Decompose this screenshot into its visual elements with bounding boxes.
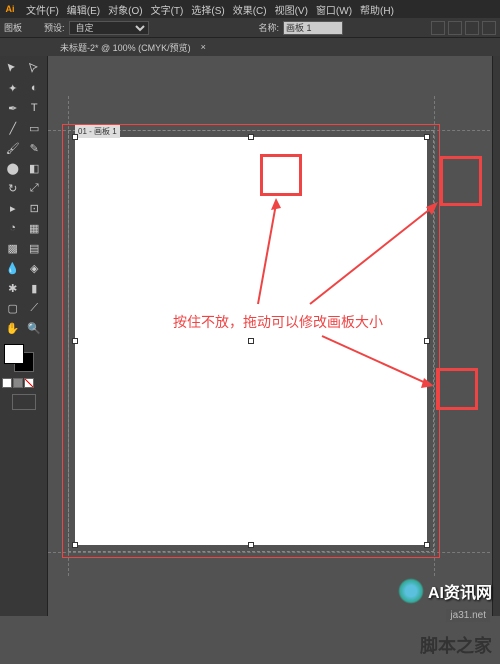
type-tool[interactable]: T	[24, 98, 46, 118]
resize-handle-tc[interactable]	[248, 134, 254, 140]
highlight-box-right	[436, 368, 478, 410]
perspective-tool[interactable]: ▦	[24, 218, 46, 238]
zoom-tool[interactable]: 🔍	[24, 318, 46, 338]
watermark-url: ja31.net	[446, 609, 490, 622]
artboard-name-input[interactable]	[283, 21, 343, 35]
watermark-site: 脚本之家	[420, 632, 492, 658]
canvas[interactable]: 01 - 画板 1 按住不放，拖动可以修改画板大小	[48, 56, 500, 616]
document-tabbar: 未标题-2* @ 100% (CMYK/预览) ×	[0, 38, 500, 56]
hand-tool[interactable]: ✋	[2, 318, 24, 338]
rectangle-tool[interactable]: ▭	[24, 118, 46, 138]
eyedropper-tool[interactable]: 💧	[2, 258, 24, 278]
screen-mode-icon[interactable]	[12, 394, 36, 410]
preset-select[interactable]: 自定	[69, 21, 149, 35]
pen-tool[interactable]: ✒	[2, 98, 24, 118]
color-mode-icon[interactable]	[2, 378, 12, 388]
panel-dock-right[interactable]	[492, 56, 500, 616]
highlight-box-corner	[440, 156, 482, 206]
artboard-mode-label: 图板	[4, 21, 22, 34]
menu-file[interactable]: 文件(F)	[22, 2, 63, 17]
blend-tool[interactable]: ◈	[24, 258, 46, 278]
menubar: Ai 文件(F) 编辑(E) 对象(O) 文字(T) 选择(S) 效果(C) 视…	[0, 0, 500, 18]
ctrl-icon-1[interactable]	[431, 21, 445, 35]
eraser-tool[interactable]: ◧	[24, 158, 46, 178]
line-tool[interactable]: ╱	[2, 118, 24, 138]
fill-swatch[interactable]	[4, 344, 24, 364]
tab-close-icon[interactable]: ×	[201, 42, 206, 52]
app-logo: Ai	[2, 2, 18, 16]
menu-help[interactable]: 帮助(H)	[356, 2, 398, 17]
menu-type[interactable]: 文字(T)	[147, 2, 188, 17]
resize-handle-center[interactable]	[248, 338, 254, 344]
slice-tool[interactable]: ⟋	[24, 298, 46, 318]
menu-window[interactable]: 窗口(W)	[312, 2, 356, 17]
menu-view[interactable]: 视图(V)	[271, 2, 312, 17]
control-bar: 图板 预设: 自定 名称:	[0, 18, 500, 38]
resize-handle-mr[interactable]	[424, 338, 430, 344]
resize-handle-tl[interactable]	[72, 134, 78, 140]
toolbox: ✦◐ ✒T ╱▭ 🖌✎ ⬤◧ ↻⤢ ▸⊡ ◔▦ ▩▤ 💧◈ ✱▮ ▢⟋ ✋🔍	[0, 56, 48, 616]
scale-tool[interactable]: ⤢	[24, 178, 46, 198]
ctrl-icon-4[interactable]	[482, 21, 496, 35]
gradient-mode-icon[interactable]	[13, 378, 23, 388]
lasso-tool[interactable]: ◐	[24, 78, 46, 98]
artboard-tool[interactable]: ▢	[2, 298, 24, 318]
mesh-tool[interactable]: ▩	[2, 238, 24, 258]
resize-handle-bc[interactable]	[248, 542, 254, 548]
free-transform-tool[interactable]: ⊡	[24, 198, 46, 218]
watermark-text-1: AI资讯网	[428, 579, 492, 603]
symbol-sprayer-tool[interactable]: ✱	[2, 278, 24, 298]
none-mode-icon[interactable]	[24, 378, 34, 388]
menu-object[interactable]: 对象(O)	[104, 2, 146, 17]
width-tool[interactable]: ▸	[2, 198, 24, 218]
resize-handle-br[interactable]	[424, 542, 430, 548]
ctrl-icon-3[interactable]	[465, 21, 479, 35]
name-label: 名称:	[259, 21, 280, 34]
resize-handle-ml[interactable]	[72, 338, 78, 344]
artboard-label[interactable]: 01 - 画板 1	[75, 125, 120, 138]
resize-handle-tr[interactable]	[424, 134, 430, 140]
blob-brush-tool[interactable]: ⬤	[2, 158, 24, 178]
ctrl-icon-2[interactable]	[448, 21, 462, 35]
preset-label: 预设:	[44, 21, 65, 34]
paintbrush-tool[interactable]: 🖌	[2, 138, 24, 158]
rotate-tool[interactable]: ↻	[2, 178, 24, 198]
column-graph-tool[interactable]: ▮	[24, 278, 46, 298]
watermark-logo: AI资讯网	[398, 578, 492, 604]
menu-select[interactable]: 选择(S)	[187, 2, 228, 17]
direct-selection-tool[interactable]	[24, 58, 46, 78]
selection-tool[interactable]	[2, 58, 24, 78]
menu-effect[interactable]: 效果(C)	[229, 2, 271, 17]
menu-edit[interactable]: 编辑(E)	[63, 2, 104, 17]
magic-wand-tool[interactable]: ✦	[2, 78, 24, 98]
watermark-icon	[398, 578, 424, 604]
annotation-text: 按住不放，拖动可以修改画板大小	[173, 312, 383, 332]
highlight-box-top	[260, 154, 302, 196]
pencil-tool[interactable]: ✎	[24, 138, 46, 158]
shape-builder-tool[interactable]: ◔	[2, 218, 24, 238]
resize-handle-bl[interactable]	[72, 542, 78, 548]
color-swatches[interactable]	[2, 342, 45, 374]
document-tab[interactable]: 未标题-2* @ 100% (CMYK/预览)	[54, 41, 197, 54]
gradient-tool[interactable]: ▤	[24, 238, 46, 258]
